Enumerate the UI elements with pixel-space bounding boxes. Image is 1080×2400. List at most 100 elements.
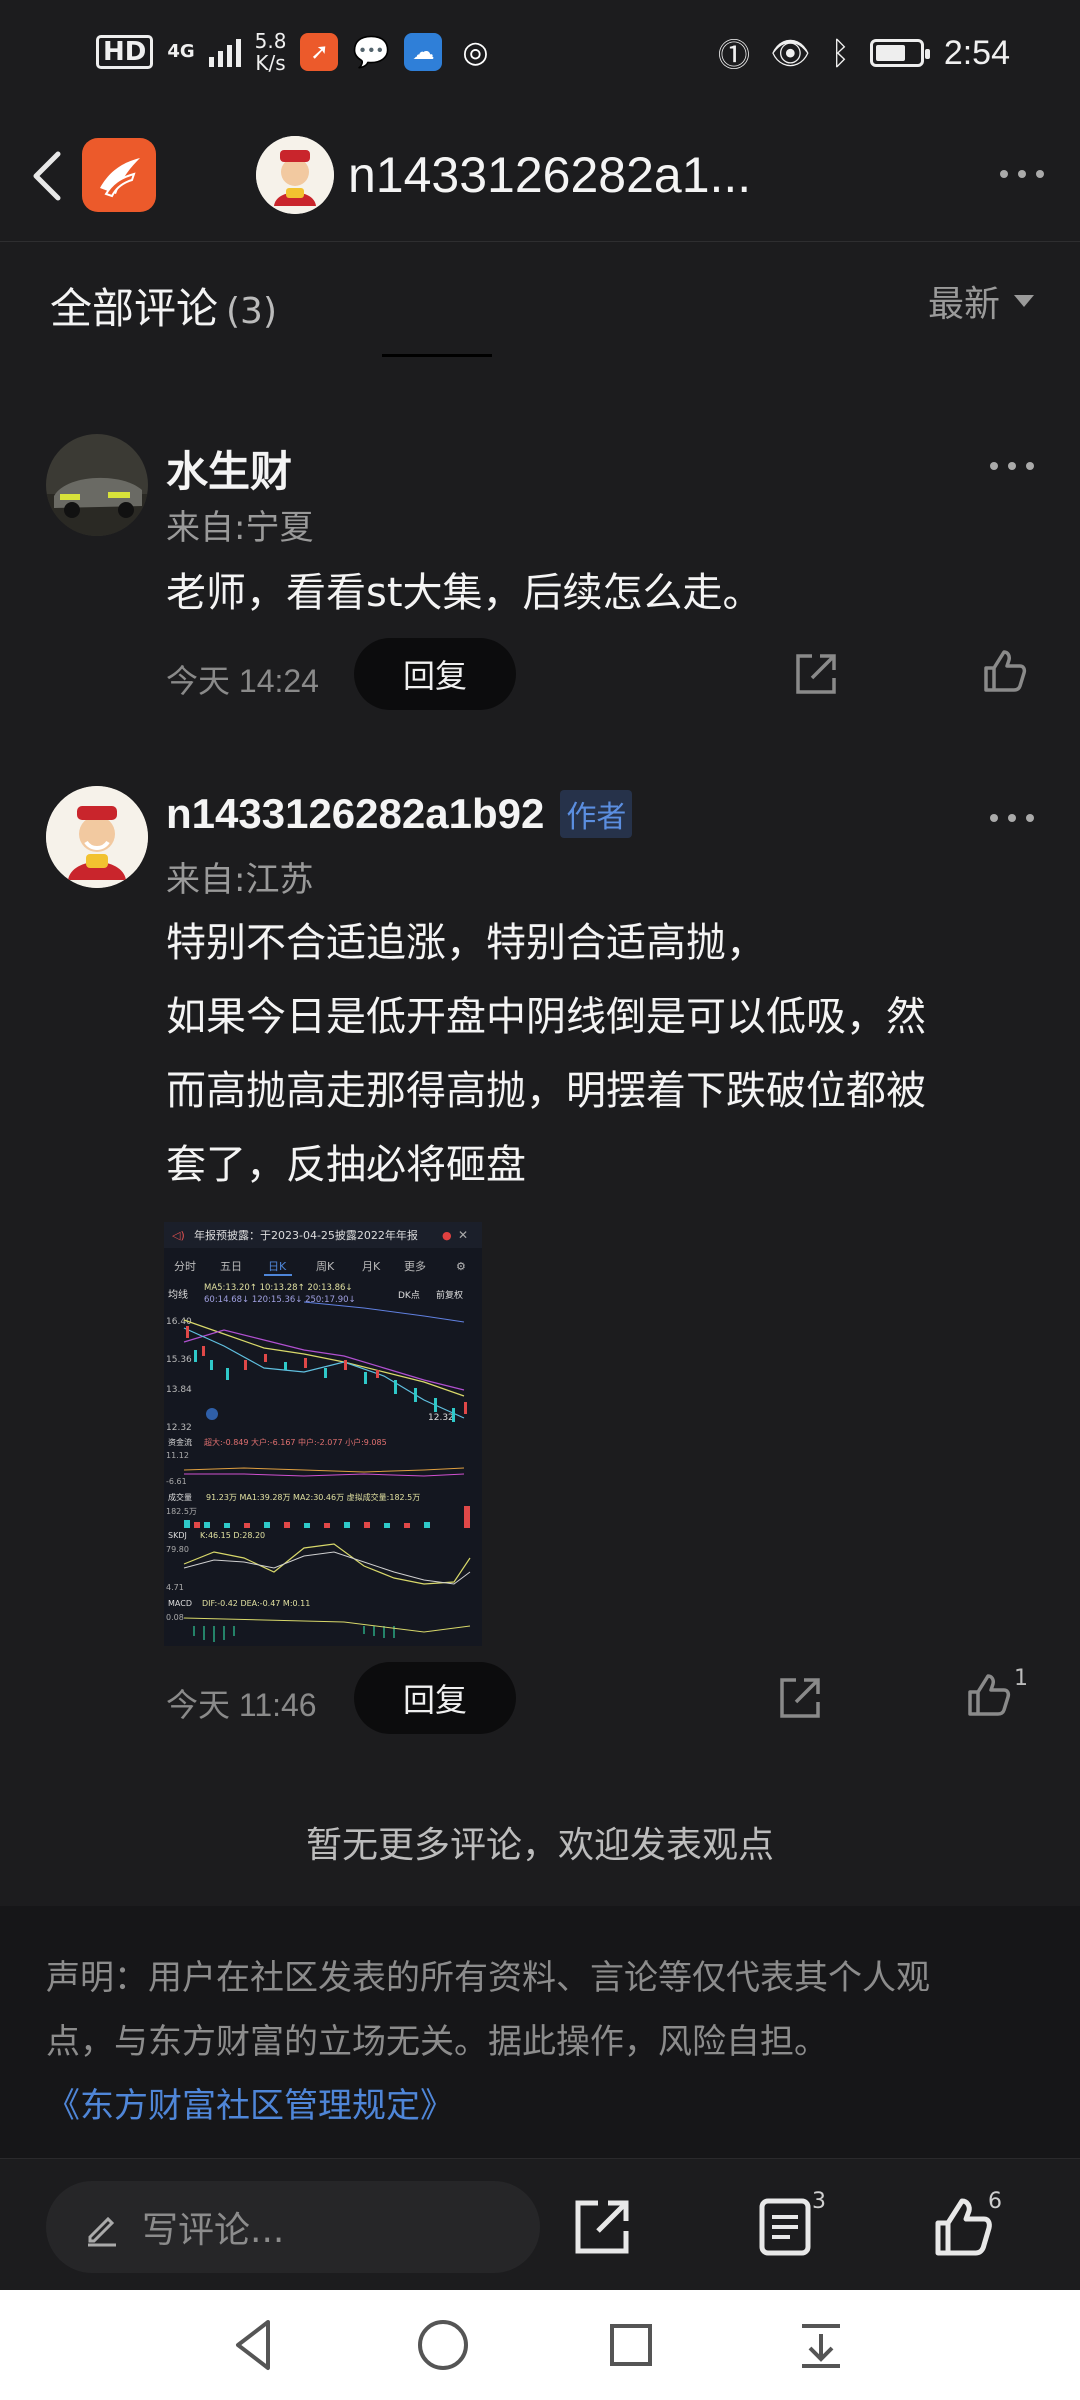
top-nav-bar: n1433126282a1... [0,110,1080,242]
commenter-location: 来自:江苏 [166,860,314,900]
comment-list-icon[interactable] [754,2195,818,2259]
commenter-avatar[interactable] [46,434,148,536]
network-type: 4G [167,41,195,62]
disclaimer-section: 声明：用户在社区发表的所有资料、言论等仅代表其个人观 点，与东方财富的立场无关。… [0,1906,1080,2158]
nav-notification-icon[interactable] [790,2314,852,2376]
price-min: 12.32 [166,1423,192,1433]
write-comment-input[interactable]: 写评论... [46,2181,540,2273]
eastmoney-logo[interactable] [82,138,156,212]
no-more-comments: 暂无更多评论，欢迎发表观点 [305,1825,774,1866]
kdj-scale-2: 4.71 [166,1583,184,1592]
net-speed: 5.8 K/s [254,29,287,75]
like-icon[interactable] [964,1672,1012,1720]
bottom-action-bar: 写评论... 3 6 [0,2158,1080,2288]
commenter-name[interactable]: n1433126282a1b92 [166,790,544,838]
comment-image[interactable]: ◁) 年报预披露：于2023-04-25披露2022年年报 ● ✕ 分时 五日 … [164,1222,482,1646]
kdj-label: SKDJ [168,1531,187,1540]
community-rules-link[interactable]: 《东方财富社区管理规定》 [46,2074,1034,2138]
comments-title: 全部评论 [50,284,219,333]
vol-scale: 182.5万 [166,1507,197,1516]
pen-icon [88,2216,116,2247]
svg-text:●: ● [442,1229,452,1242]
kdj-scale-1: 79.80 [166,1545,189,1554]
data-saver-icon: ⓵ [717,36,750,74]
write-comment-placeholder: 写评论... [142,2210,285,2251]
nav-home-icon[interactable] [412,2314,474,2376]
comment-count-badge: 3 [812,2189,826,2214]
signal-icon [208,37,241,67]
tab-zhouk: 周K [316,1260,335,1273]
like-count-badge: 6 [988,2189,1002,2214]
settings-icon: ⚙ [456,1260,466,1273]
sort-label: 最新 [927,284,1000,325]
fund-scale-2: -6.61 [166,1477,187,1486]
vol-values: 91.23万 MA1:39.28万 MA2:30.46万 虚拟成交量:182.5… [206,1492,420,1502]
comment-time: 今天 14:24 [166,663,319,699]
commenter-name[interactable]: 水生财 [166,438,292,499]
more-options-icon[interactable] [1000,170,1044,178]
author-comment-avatar[interactable] [46,786,148,888]
price-mid: 15.36 [166,1355,192,1365]
like-count: 1 [1014,1666,1028,1691]
tab-fenshi: 分时 [174,1260,196,1273]
comment-text: 老师，看看st大集，后续怎么走。 [166,570,763,616]
close-icon: ✕ [458,1228,468,1242]
tab-more: 更多 [404,1259,426,1273]
ma-line1: MA5:13.20↑ 10:13.28↑ 20:13.86↓ [204,1283,353,1293]
eastmoney-notification-icon: ➚ [300,33,339,71]
comment-more-icon[interactable] [990,462,1044,470]
disclaimer-line-2: 点，与东方财富的立场无关。据此操作，风险自担。 [46,2022,828,2062]
macd-values: DIF:-0.42 DEA:-0.47 M:0.11 [202,1599,310,1608]
ma-line2: 60:14.68↓ 120:15.36↓ 250:17.90↓ [204,1295,356,1305]
tab-rik: 日K [268,1260,287,1273]
battery-icon [869,39,930,67]
fq-label: 前复权 [436,1289,463,1301]
author-badge: 作者 [560,790,633,838]
disclaimer-line-1: 声明：用户在社区发表的所有资料、言论等仅代表其个人观 [46,1958,930,1998]
reply-button[interactable]: 回复 [354,1662,516,1734]
comments-count: (3) [226,291,278,332]
clock: 2:54 [943,33,1010,72]
hotspot-icon: ◎ [462,34,489,70]
nav-recents-icon[interactable] [600,2314,662,2376]
like-icon[interactable] [980,648,1028,696]
fund-scale-1: 11.12 [166,1451,189,1460]
comments-heading: 全部评论 (3) [50,275,277,336]
sort-dropdown[interactable]: 最新 [928,275,1034,327]
macd-scale: 0.08 [166,1613,184,1622]
like-icon[interactable] [930,2195,994,2259]
hd-indicator: HD [96,35,154,69]
nav-back-icon[interactable] [224,2314,286,2376]
macd-label: MACD [168,1599,192,1608]
fund-label: 资金流 [168,1437,192,1447]
commenter-location: 来自:宁夏 [166,508,314,548]
notice-text: 年报预披露：于2023-04-25披露2022年年报 [194,1228,418,1242]
comment-text: 特别不合适追涨，特别合适高抛， 如果今日是低开盘中阴线倒是可以低吸，然 而高抛高… [166,920,926,1188]
chevron-down-icon [1014,295,1034,307]
eye-comfort-icon: 👁 [769,34,811,72]
share-icon[interactable] [776,1674,824,1722]
comment-more-icon[interactable] [990,814,1044,822]
kdj-values: K:46.15 D:28.20 [200,1531,265,1540]
tab-wuri: 五日 [220,1260,242,1273]
price-low: 13.84 [166,1385,192,1395]
status-bar: HD 4G 5.8 K/s ➚ 💬 ☁ ◎ ⓵ 👁 ᛒ 2:54 [0,0,1080,110]
comment-time: 今天 11:46 [166,1687,317,1723]
vol-label: 成交量 [168,1492,192,1502]
back-arrow-icon[interactable] [22,146,72,206]
svg-text:◁): ◁) [172,1229,185,1242]
ma-left-label: 均线 [168,1288,188,1301]
fund-values: 超大:-0.849 大户:-6.167 中户:-2.077 小户:9.085 [204,1437,387,1447]
wechat-notification-icon: 💬 [352,34,391,70]
page-title: n1433126282a1... [348,147,752,203]
author-avatar[interactable] [256,136,334,214]
dk-label: DK点 [398,1290,420,1301]
reply-button[interactable]: 回复 [354,638,516,710]
share-icon[interactable] [792,650,840,698]
tab-indicator [382,354,492,357]
bluetooth-icon: ᛒ [830,34,850,72]
weather-notification-icon: ☁ [404,33,443,71]
system-nav-bar [0,2290,1080,2400]
share-icon[interactable] [570,2195,634,2259]
commenter-name-row: n1433126282a1b92 作者 [166,790,633,838]
